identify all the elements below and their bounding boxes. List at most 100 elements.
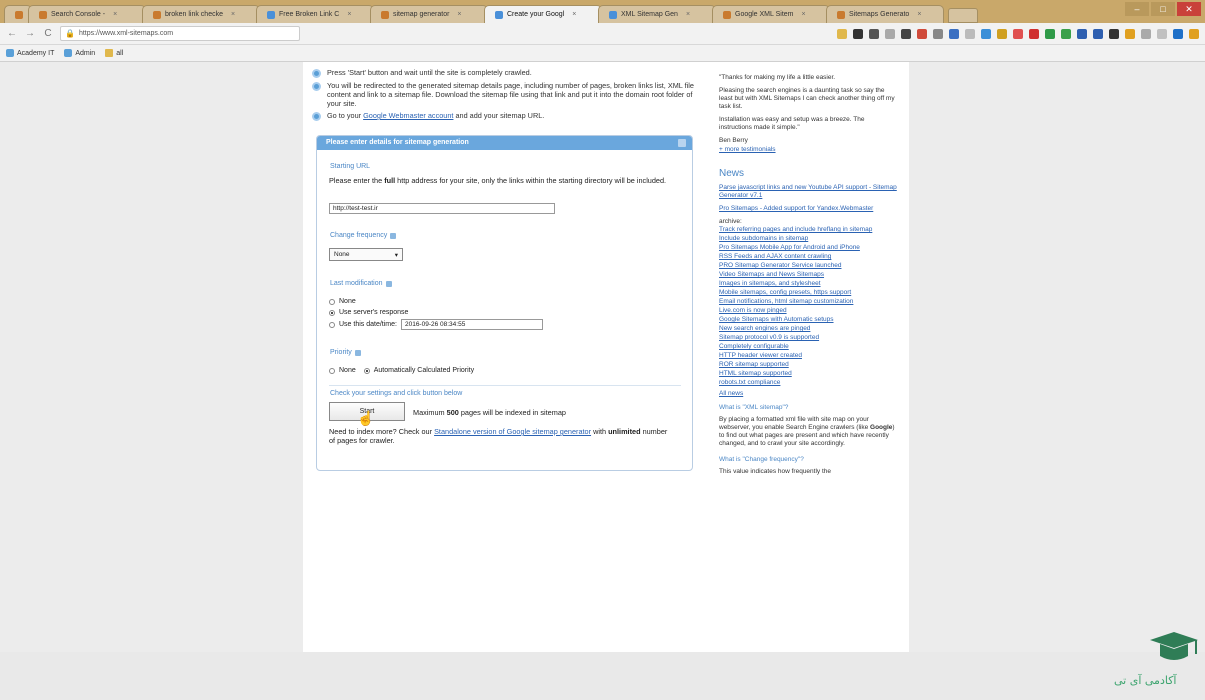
archive-link[interactable]: HTML sitemap supported — [719, 370, 897, 378]
extension-icon[interactable] — [1189, 28, 1199, 39]
back-icon[interactable]: ← — [6, 28, 18, 39]
archive-link[interactable]: Track referring pages and include hrefla… — [719, 226, 897, 234]
close-tab-icon[interactable]: × — [802, 11, 806, 18]
extension-icon[interactable] — [885, 28, 895, 39]
bookmark-label: Admin — [75, 49, 96, 57]
close-tab-icon[interactable]: × — [457, 11, 461, 18]
browser-tab[interactable]: XML Sitemap Gen × — [598, 5, 716, 23]
archive-link[interactable]: Sitemap protocol v0.9 is supported — [719, 334, 897, 342]
close-tab-icon[interactable]: × — [347, 11, 351, 18]
starting-url-input[interactable]: http://test-test.ir — [329, 203, 555, 214]
extension-icon[interactable] — [997, 28, 1007, 39]
archive-link[interactable]: New search engines are pinged — [719, 325, 897, 333]
maximize-button[interactable]: □ — [1151, 2, 1175, 16]
reload-icon[interactable]: C — [42, 28, 54, 39]
browser-tab[interactable]: Create your Googl × — [484, 5, 602, 23]
radio-icon[interactable] — [329, 298, 335, 305]
favicon-icon — [15, 10, 23, 19]
browser-tab[interactable]: broken link checke × — [142, 5, 260, 23]
tab-label: Free Broken Link C — [279, 11, 340, 18]
archive-link[interactable]: Pro Sitemaps Mobile App for Android and … — [719, 244, 897, 252]
archive-link[interactable]: HTTP header viewer created — [719, 352, 897, 360]
extension-icon[interactable] — [1109, 28, 1119, 39]
radio-icon[interactable] — [329, 309, 335, 316]
last-mod-date-option[interactable]: Use this date/time: 2016-09-26 08:34:55 — [329, 319, 543, 330]
extension-icon[interactable] — [1013, 28, 1023, 39]
browser-tab[interactable]: sitemap generator × — [370, 5, 488, 23]
date-time-input[interactable]: 2016-09-26 08:34:55 — [400, 319, 543, 330]
archive-link[interactable]: Mobile sitemaps, config presets, https s… — [719, 289, 897, 297]
extension-icon[interactable] — [965, 28, 975, 39]
news-link[interactable]: Pro Sitemaps - Added support for Yandex.… — [719, 205, 897, 213]
extension-icon[interactable] — [1157, 28, 1167, 39]
last-mod-server-option[interactable]: Use server's response — [329, 309, 408, 316]
archive-link[interactable]: Email notifications, html sitemap custom… — [719, 298, 897, 306]
new-tab-button[interactable] — [948, 8, 978, 23]
help-icon[interactable] — [385, 280, 392, 287]
favicon-icon — [837, 10, 845, 19]
all-news-link[interactable]: All news — [719, 390, 897, 398]
change-frequency-text: This value indicates how frequently the — [719, 468, 832, 475]
browser-tab[interactable]: Google XML Sitem × — [712, 5, 830, 23]
help-icon[interactable] — [390, 232, 397, 239]
more-testimonials-link[interactable]: + more testimonials — [719, 146, 897, 154]
news-link[interactable]: Parse javascript links and new Youtube A… — [719, 184, 897, 200]
extension-icon[interactable] — [869, 28, 879, 39]
extension-icon[interactable] — [1029, 28, 1039, 39]
radio-icon[interactable] — [329, 321, 335, 328]
extension-icon[interactable] — [853, 28, 863, 39]
collapse-icon[interactable] — [678, 139, 686, 147]
archive-link[interactable]: Include subdomains in sitemap — [719, 235, 897, 243]
extension-icon[interactable] — [1045, 28, 1055, 39]
radio-icon[interactable] — [329, 367, 335, 374]
archive-link[interactable]: Images in sitemaps, and stylesheet — [719, 280, 897, 288]
star-icon[interactable] — [837, 28, 847, 39]
bookmark-item[interactable]: Admin — [64, 49, 95, 57]
close-window-button[interactable]: ✕ — [1177, 2, 1201, 16]
radio-icon[interactable] — [363, 367, 370, 374]
browser-tab[interactable]: Free Broken Link C × — [256, 5, 374, 23]
option-label: Automatically Calculated Priority — [373, 367, 475, 374]
tab-label: Google XML Sitem — [735, 11, 794, 18]
close-tab-icon[interactable]: × — [113, 11, 117, 18]
change-frequency-select[interactable]: None ▾ — [329, 248, 403, 261]
close-tab-icon[interactable]: × — [572, 11, 576, 18]
address-bar[interactable]: 🔒 https://www.xml-sitemaps.com — [60, 26, 300, 41]
extension-icon[interactable] — [917, 28, 927, 39]
archive-link[interactable]: Google Sitemaps with Automatic setups — [719, 316, 897, 324]
extension-icon[interactable] — [1093, 28, 1103, 39]
archive-link[interactable]: Video Sitemaps and News Sitemaps — [719, 271, 897, 279]
archive-link[interactable]: Completely configurable — [719, 343, 897, 351]
extension-icon[interactable] — [981, 28, 991, 39]
browser-tab[interactable]: Search Console - × — [28, 5, 146, 23]
tab-label: sitemap generator — [393, 11, 450, 18]
help-icon[interactable] — [354, 349, 361, 356]
bookmark-item[interactable]: all — [105, 49, 123, 57]
browser-tab[interactable]: Sitemaps Generato × — [826, 5, 944, 23]
standalone-version-link[interactable]: Standalone version of Google sitemap gen… — [434, 427, 591, 436]
bookmark-item[interactable]: Academy IT — [6, 49, 54, 57]
extension-icon[interactable] — [901, 28, 911, 39]
extension-icon[interactable] — [933, 28, 943, 39]
extension-icon[interactable] — [1125, 28, 1135, 39]
minimize-button[interactable]: – — [1125, 2, 1149, 16]
archive-link[interactable]: RSS Feeds and AJAX content crawling — [719, 253, 897, 261]
extension-icon[interactable] — [1077, 28, 1087, 39]
google-webmaster-link[interactable]: Google Webmaster account — [363, 111, 453, 120]
extension-icon[interactable] — [1141, 28, 1151, 39]
close-tab-icon[interactable]: × — [231, 11, 235, 18]
favicon-icon — [381, 10, 389, 19]
archive-link[interactable]: PRO Sitemap Generator Service launched — [719, 262, 897, 270]
archive-link[interactable]: robots.txt compliance — [719, 379, 897, 387]
forward-icon[interactable]: → — [24, 28, 36, 39]
last-mod-none-option[interactable]: None — [329, 298, 356, 305]
close-tab-icon[interactable]: × — [686, 11, 690, 18]
archive-link[interactable]: ROR sitemap supported — [719, 361, 897, 369]
extension-icon[interactable] — [949, 28, 959, 39]
favicon-icon — [153, 10, 161, 19]
archive-link[interactable]: Live.com is now pinged — [719, 307, 897, 315]
starting-url-title: Starting URL — [330, 163, 370, 170]
close-tab-icon[interactable]: × — [917, 11, 921, 18]
extension-icon[interactable] — [1173, 28, 1183, 39]
extension-icon[interactable] — [1061, 28, 1071, 39]
